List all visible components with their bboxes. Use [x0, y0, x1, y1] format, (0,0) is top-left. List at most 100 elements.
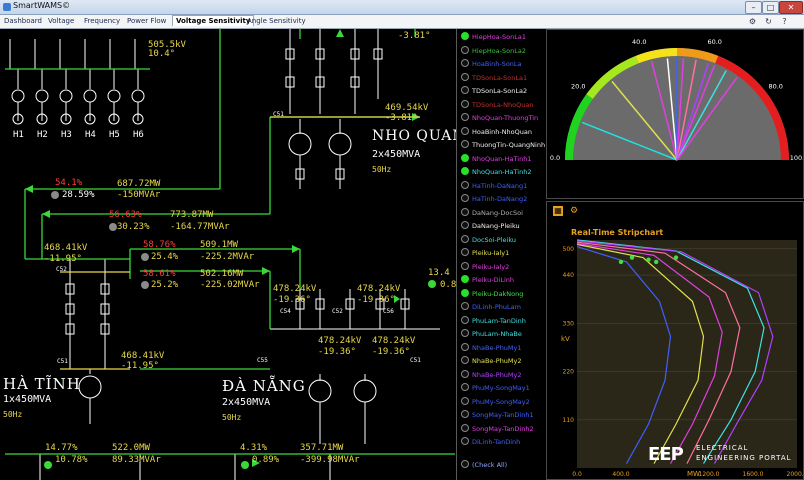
line-list-item[interactable]: DaNang-DocSoi [461, 207, 523, 219]
line-list-item[interactable]: NhoQuan-ThuongTin [461, 113, 538, 124]
breaker-label: C51 [273, 111, 284, 118]
line-list-item[interactable]: HaTinh-DaNang2 [461, 194, 527, 205]
loading-percent: 25.4% [151, 252, 179, 262]
line-list-item[interactable]: DiLinh-PhuLam [461, 302, 521, 313]
line-radio[interactable] [461, 207, 469, 216]
line-list-item[interactable]: NhoQuan-HaTinh2 [461, 167, 531, 178]
line-radio[interactable] [461, 248, 469, 256]
line-radio[interactable] [461, 140, 469, 148]
line-radio[interactable] [461, 194, 469, 202]
minimize-button[interactable]: – [745, 1, 762, 14]
loading-percent: 0.8 [440, 280, 457, 290]
mw-readout: 522.0MW [112, 443, 150, 453]
line-label: NhoQuan-HaTinh2 [472, 168, 532, 176]
tab-power-flow[interactable]: Power Flow [127, 17, 166, 25]
tab-voltage-sensitivity[interactable]: Voltage Sensitivity [172, 15, 255, 26]
generator-label: H5 [109, 130, 120, 140]
line-label: DaNang-DocSoi [472, 208, 523, 217]
voltage-readout: 478.24kV [357, 284, 401, 294]
line-label: PhuMy-SongMay2 [472, 397, 530, 406]
line-list-item[interactable]: NhaBe-PhuMy1 [461, 342, 522, 354]
line-radio[interactable] [461, 126, 469, 135]
line-radio[interactable] [461, 369, 469, 378]
line-radio[interactable] [461, 86, 469, 94]
line-label: Pleiku-Ialy1 [472, 249, 510, 257]
line-radio[interactable] [461, 72, 469, 81]
line-radio[interactable] [461, 275, 469, 283]
line-label: HaTinh-DaNang2 [472, 195, 528, 203]
line-list-item[interactable]: DiLinh-TanDinh [461, 437, 520, 448]
tab-angle-sensitivity[interactable]: Angle Sensitivity [247, 17, 306, 25]
line-radio[interactable] [461, 180, 469, 189]
line-radio[interactable] [461, 59, 469, 67]
angle-readout: -3.81° [398, 31, 431, 41]
line-radio[interactable] [461, 410, 469, 418]
line-list-item[interactable]: NhaBe-PhuMy2 [461, 356, 522, 367]
line-radio[interactable] [461, 288, 469, 297]
line-radio[interactable] [461, 396, 469, 405]
line-list-item[interactable]: Pleiku-DakNong [461, 288, 523, 300]
tab-dashboard[interactable]: Dashboard [4, 17, 42, 25]
frequency-label: 50Hz [222, 413, 242, 422]
line-list-item[interactable]: NhaBe-PhuMy2 [461, 369, 522, 381]
line-list-item[interactable]: Pleiku-Ialy2 [461, 261, 509, 273]
line-radio[interactable] [461, 234, 469, 243]
voltage-readout: 478.24kV [372, 336, 416, 346]
line-radio[interactable] [461, 153, 469, 162]
save-icon[interactable]: ▦ [553, 206, 563, 216]
line-list-item[interactable]: Pleiku-Ialy1 [461, 248, 509, 259]
line-radio[interactable] [461, 342, 469, 351]
settings-icon[interactable]: ⚙ [748, 17, 757, 26]
line-list-item[interactable]: DocSoi-Pleiku [461, 234, 516, 246]
check-all-radio[interactable] [461, 460, 469, 468]
line-list-item[interactable]: PhuLam-TanDinh [461, 315, 526, 327]
line-radio[interactable] [461, 315, 469, 324]
line-list-item[interactable]: HaTinh-DaNang1 [461, 180, 527, 192]
line-list-item[interactable]: DaNang-Pleiku [461, 221, 520, 232]
refresh-icon[interactable]: ↻ [764, 17, 773, 26]
line-list-item[interactable]: HiepHoa-SonLa2 [461, 45, 526, 57]
line-list-item[interactable]: TDSonLa-SonLa2 [461, 86, 527, 97]
line-radio[interactable] [461, 221, 469, 229]
maximize-button[interactable]: □ [762, 1, 779, 14]
loading-percent: 4.31% [240, 443, 268, 453]
line-radio[interactable] [461, 45, 469, 54]
line-radio[interactable] [461, 383, 469, 391]
x-tick-label: 1600.0 [743, 471, 764, 478]
line-list-item[interactable]: Pleiku-DiLinh [461, 275, 514, 286]
app-icon [3, 3, 11, 11]
tab-voltage[interactable]: Voltage [48, 17, 74, 25]
line-radio[interactable] [461, 329, 469, 337]
line-list-item[interactable]: PhuMy-SongMay2 [461, 396, 530, 408]
line-radio[interactable] [461, 32, 469, 40]
line-radio[interactable] [461, 423, 469, 432]
line-radio[interactable] [461, 99, 469, 108]
line-list-item[interactable]: PhuLam-NhaBe [461, 329, 522, 340]
line-list-item[interactable]: HoaBinh-SonLa [461, 59, 522, 70]
gauge-tick-label: 80.0 [768, 82, 782, 90]
line-list-item[interactable]: ThuongTin-QuangNinh [461, 140, 545, 151]
line-label: DiLinh-TanDinh [472, 438, 521, 446]
line-list-item[interactable]: HoaBinh-NhoQuan [461, 126, 532, 138]
line-radio[interactable] [461, 302, 469, 310]
angle-readout: -19.36° [318, 347, 356, 357]
line-radio[interactable] [461, 261, 469, 270]
line-label: NhoQuan-HaTinh1 [472, 154, 532, 163]
line-radio[interactable] [461, 167, 469, 175]
line-list-item[interactable]: TDSonLa-SonLa1 [461, 72, 527, 84]
check-all-option[interactable]: (Check All) [461, 460, 507, 471]
line-list-item[interactable]: HiepHoa-SonLa1 [461, 32, 526, 43]
line-radio[interactable] [461, 437, 469, 445]
line-list-item[interactable]: SongMay-TanDinh2 [461, 423, 534, 435]
line-radio[interactable] [461, 356, 469, 364]
line-list-item[interactable]: SongMay-TanDinh1 [461, 410, 534, 421]
line-radio[interactable] [461, 113, 469, 121]
line-label: SongMay-TanDinh2 [472, 424, 534, 433]
close-button[interactable]: ✕ [779, 1, 803, 14]
help-icon[interactable]: ? [780, 17, 789, 26]
export-icon[interactable]: ⚙ [569, 206, 579, 216]
line-list-item[interactable]: NhoQuan-HaTinh1 [461, 153, 532, 165]
line-list-item[interactable]: PhuMy-SongMay1 [461, 383, 530, 394]
line-list-item[interactable]: TDSonLa-NhoQuan [461, 99, 533, 111]
tab-frequency[interactable]: Frequency [84, 17, 120, 25]
